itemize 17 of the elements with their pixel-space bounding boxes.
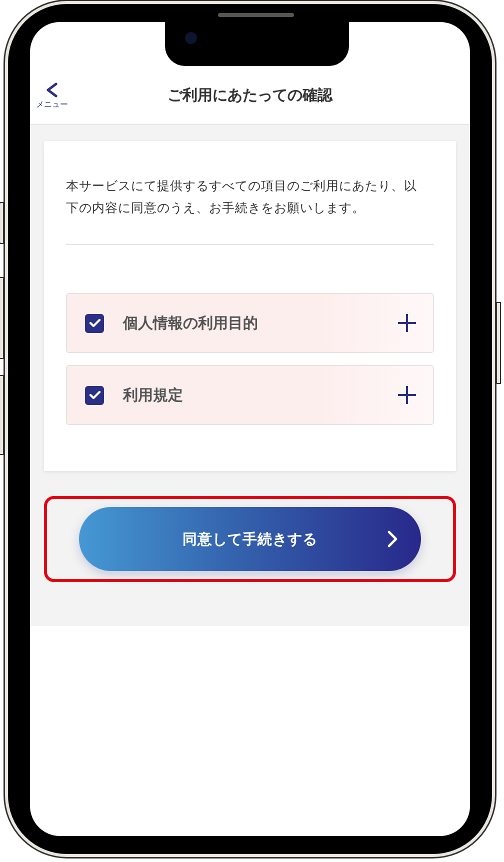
chevron-right-icon <box>387 530 399 548</box>
back-icon <box>44 82 60 98</box>
page-title: ご利用にあたっての確認 <box>168 86 332 104</box>
intro-text: 本サービスにて提供するすべての項目のご利用にあたり、以下の内容に同意のうえ、お手続きをお願いします。 <box>66 177 418 217</box>
agree-button[interactable]: 同意して手続きする <box>79 507 421 571</box>
checkbox[interactable] <box>85 386 104 404</box>
checkmark-icon <box>88 318 100 328</box>
checkbox[interactable] <box>85 314 104 332</box>
plus-icon[interactable] <box>397 313 417 333</box>
item-label: 利用規定 <box>123 386 184 404</box>
consent-item[interactable]: 利用規定 <box>66 365 434 425</box>
checkmark-icon <box>88 390 100 400</box>
consent-item[interactable]: 個人情報の利用目的 <box>66 293 434 353</box>
item-label: 個人情報の利用目的 <box>123 314 259 332</box>
plus-icon[interactable] <box>397 385 417 405</box>
camera-lens <box>185 32 197 44</box>
back-button[interactable]: メニュー <box>36 82 68 110</box>
